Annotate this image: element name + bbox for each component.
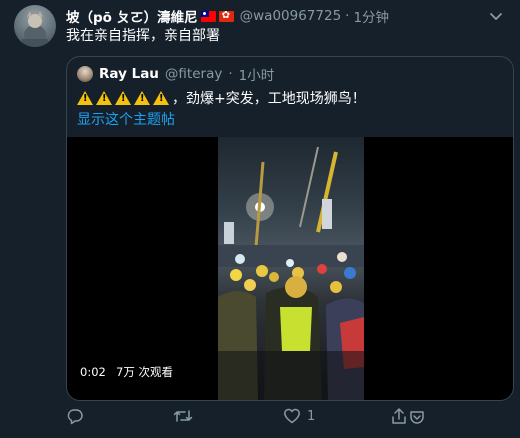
tweet-text: 我在亲自指挥，亲自部署 <box>66 28 220 44</box>
avatar[interactable] <box>14 5 56 47</box>
share-icon <box>392 408 424 424</box>
video-duration: 0:02 <box>75 363 111 381</box>
flag-hongkong-icon <box>218 10 234 22</box>
tweet-header: 坡（pō ㄆㄛ）濤維尼 @wa00967725 · 1分钟 <box>66 6 389 26</box>
warning-icon <box>96 91 112 105</box>
reply-button[interactable] <box>66 404 90 428</box>
video-views: 7万 次观看 <box>111 363 178 381</box>
show-thread-link[interactable]: 显示这个主题帖 <box>77 109 175 129</box>
share-button[interactable] <box>390 404 434 428</box>
like-icon <box>284 408 300 424</box>
warning-icon <box>115 91 131 105</box>
tweet[interactable]: 坡（pō ㄆㄛ）濤維尼 @wa00967725 · 1分钟 我在亲自指挥，亲自部… <box>0 0 520 438</box>
chevron-down-icon[interactable] <box>486 6 506 26</box>
warning-icon <box>134 91 150 105</box>
like-count: 1 <box>307 408 316 424</box>
retweet-button[interactable] <box>173 404 199 428</box>
video-frame <box>218 137 364 400</box>
quoted-tweet[interactable]: Ray Lau @fiteray · 1小时 ，劲爆+突发，工地现场狮鸟！ 显示… <box>66 56 514 401</box>
quoted-author-name[interactable]: Ray Lau <box>99 66 159 82</box>
quoted-separator-dot: · <box>228 66 233 82</box>
flag-taiwan-icon <box>200 10 216 22</box>
warning-icon <box>153 91 169 105</box>
warning-icon <box>77 91 93 105</box>
separator-dot: · <box>345 8 350 24</box>
quoted-author-handle[interactable]: @fiteray <box>165 66 222 82</box>
retweet-icon <box>173 410 193 422</box>
video-player[interactable]: 0:02 7万 次观看 <box>67 137 513 400</box>
quoted-text: ，劲爆+突发，工地现场狮鸟！ <box>172 91 366 107</box>
author-handle[interactable]: @wa00967725 <box>240 8 342 24</box>
action-bar: 1 <box>66 404 514 428</box>
reply-icon <box>67 409 83 425</box>
like-button[interactable]: 1 <box>283 404 315 428</box>
quoted-header: Ray Lau @fiteray · 1小时 <box>77 64 275 84</box>
quoted-avatar[interactable] <box>77 66 93 82</box>
tweet-time[interactable]: 1分钟 <box>353 6 389 26</box>
quoted-text-row: ，劲爆+突发，工地现场狮鸟！ <box>77 88 366 108</box>
author-name[interactable]: 坡（pō ㄆㄛ）濤維尼 <box>66 6 198 26</box>
quoted-time[interactable]: 1小时 <box>239 64 275 84</box>
